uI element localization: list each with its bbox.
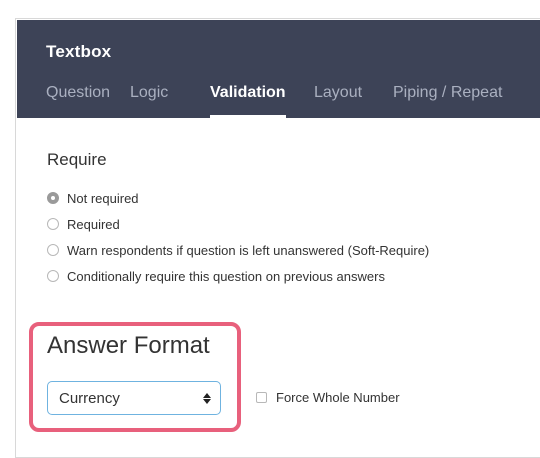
- radio-button[interactable]: [47, 270, 59, 282]
- radio-required[interactable]: Required: [47, 214, 120, 234]
- tab-piping-repeat[interactable]: Piping / Repeat: [393, 84, 502, 115]
- answer-format-select[interactable]: Currency: [47, 381, 221, 415]
- checkbox-label: Force Whole Number: [276, 390, 400, 405]
- radio-label: Not required: [67, 190, 139, 206]
- force-whole-number-checkbox[interactable]: [256, 392, 267, 403]
- tab-layout[interactable]: Layout: [314, 84, 362, 115]
- require-heading: Require: [47, 150, 107, 169]
- radio-button[interactable]: [47, 192, 59, 204]
- radio-button[interactable]: [47, 244, 59, 256]
- force-whole-number-option[interactable]: Force Whole Number: [256, 390, 400, 405]
- radio-label: Required: [67, 216, 120, 232]
- radio-conditional-require[interactable]: Conditionally require this question on p…: [47, 266, 385, 286]
- radio-not-required[interactable]: Not required: [47, 188, 139, 208]
- tab-validation[interactable]: Validation: [210, 84, 286, 118]
- radio-label: Conditionally require this question on p…: [67, 268, 385, 284]
- tab-question[interactable]: Question: [46, 84, 110, 115]
- answer-format-heading: Answer Format: [47, 332, 210, 359]
- select-value: Currency: [59, 389, 120, 407]
- radio-soft-require[interactable]: Warn respondents if question is left una…: [47, 240, 429, 260]
- panel-title: Textbox: [46, 42, 112, 61]
- select-arrows-icon: [203, 392, 211, 404]
- tab-logic[interactable]: Logic: [130, 84, 168, 115]
- panel-header: Textbox Question Logic Validation Layout…: [17, 20, 540, 118]
- radio-button[interactable]: [47, 218, 59, 230]
- radio-label: Warn respondents if question is left una…: [67, 242, 430, 258]
